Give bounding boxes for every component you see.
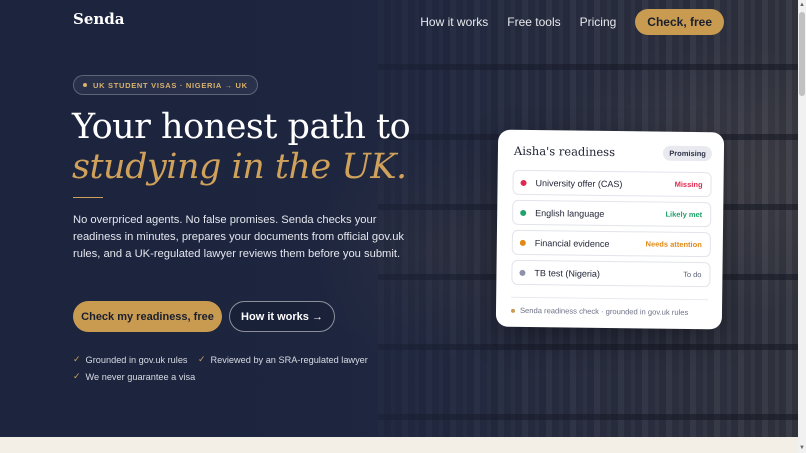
readiness-item: TB test (Nigeria) To do (511, 259, 711, 288)
eyebrow-pill: UK STUDENT VISAS · NIGERIA → UK (73, 75, 258, 95)
scrollbar-thumb[interactable] (799, 12, 805, 96)
item-label: University offer (CAS) (535, 177, 623, 189)
status-dot-icon (520, 179, 527, 186)
hero-title: Your honest path to studying in the UK. (72, 107, 411, 187)
nav-link-free-tools[interactable]: Free tools (507, 15, 560, 29)
trust-text: Grounded in gov.uk rules (85, 354, 188, 365)
readiness-item: English language Likely met (512, 199, 712, 228)
check-readiness-button[interactable]: Check my readiness, free (73, 301, 222, 332)
item-status: Likely met (665, 209, 703, 220)
item-label: English language (535, 207, 605, 219)
how-it-works-button[interactable]: How it works → (229, 301, 335, 332)
eyebrow-text: UK STUDENT VISAS · NIGERIA → UK (93, 80, 248, 90)
readiness-item: University offer (CAS) Missing (512, 169, 712, 198)
scroll-down-icon[interactable]: ▼ (798, 443, 806, 453)
trust-item: ✓ We never guarantee a visa (73, 371, 195, 382)
nav-link-how-it-works[interactable]: How it works (420, 15, 488, 29)
status-badge: Promising (663, 145, 713, 162)
status-dot-icon (520, 209, 527, 216)
item-status: Needs attention (645, 239, 702, 250)
item-label: TB test (Nigeria) (534, 267, 601, 279)
nav-check-free-button[interactable]: Check, free (635, 9, 724, 35)
trust-text: Reviewed by an SRA-regulated lawyer (210, 354, 368, 365)
readiness-card: Aisha's readiness Promising University o… (495, 129, 725, 330)
trust-item: ✓ Grounded in gov.uk rules (73, 354, 188, 365)
status-dot-icon (519, 269, 526, 276)
trust-item: ✓ Reviewed by an SRA-regulated lawyer (198, 354, 368, 365)
check-icon: ✓ (73, 354, 81, 364)
nav-link-pricing[interactable]: Pricing (580, 15, 617, 29)
next-section-edge (0, 437, 798, 453)
card-title: Aisha's readiness (513, 143, 616, 160)
hero-title-line1: Your honest path to (72, 107, 411, 147)
hero-lead: No overpriced agents. No false promises.… (73, 214, 405, 261)
item-label: Financial evidence (534, 237, 610, 249)
title-divider (73, 197, 103, 198)
check-icon: ✓ (198, 354, 206, 364)
eyebrow-dot-icon (83, 83, 87, 87)
check-icon: ✓ (73, 371, 81, 381)
brand-logo[interactable]: Senda (73, 10, 125, 28)
trust-text: We never guarantee a visa (85, 371, 196, 382)
page-scrollbar[interactable]: ▲ ▼ (798, 0, 806, 453)
hero-title-line2: studying in the UK. (72, 147, 407, 187)
scroll-up-icon[interactable]: ▲ (798, 0, 806, 10)
footer-dot-icon (510, 308, 516, 313)
status-dot-icon (519, 239, 526, 246)
item-status: To do (683, 269, 702, 280)
card-footer: Senda readiness check · grounded in gov.… (510, 296, 709, 318)
readiness-item: Financial evidence Needs attention (511, 229, 711, 258)
card-footer-text: Senda readiness check · grounded in gov.… (519, 305, 689, 317)
item-status: Missing (674, 179, 703, 190)
top-nav: How it works Free tools Pricing Check, f… (420, 9, 724, 35)
